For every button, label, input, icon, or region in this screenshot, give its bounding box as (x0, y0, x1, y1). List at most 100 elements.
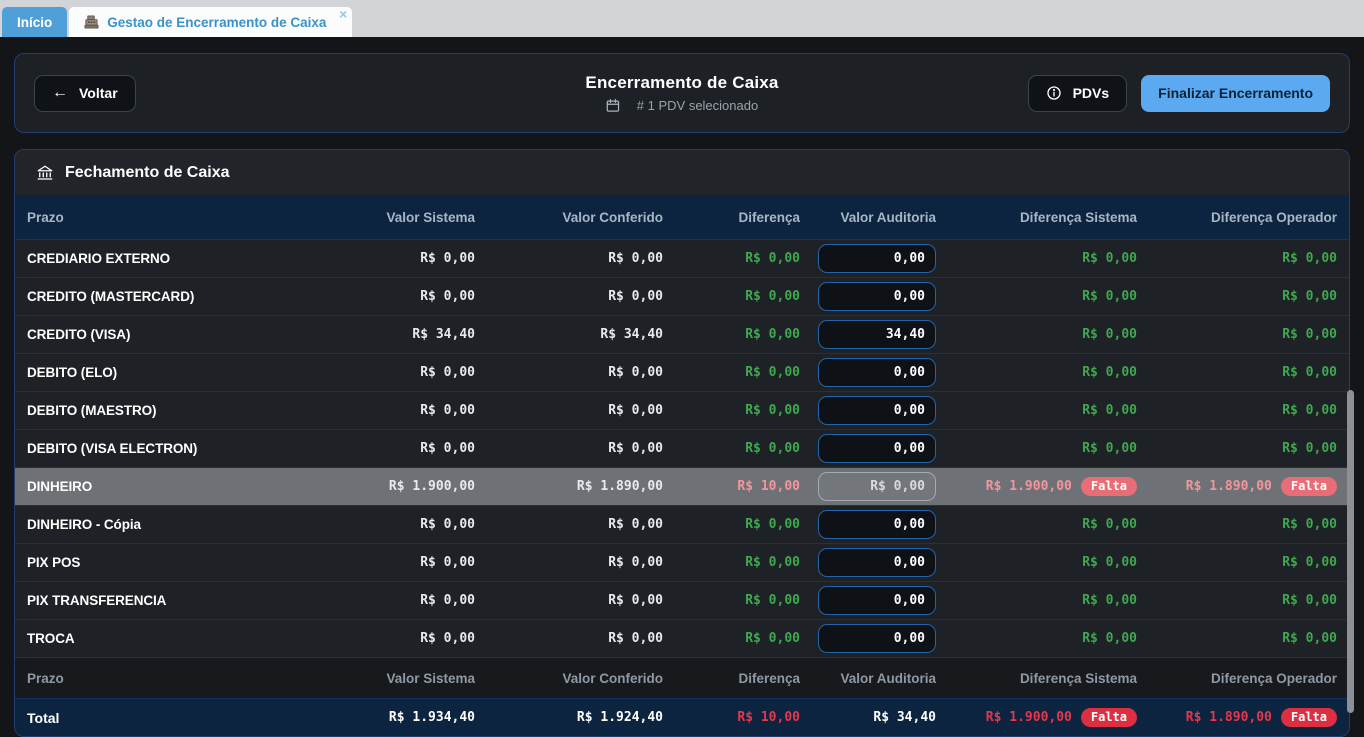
vertical-scrollbar-thumb[interactable] (1347, 390, 1354, 713)
row-label: DEBITO (MAESTRO) (27, 403, 295, 418)
valor-conferido-cell: R$ 0,00 (475, 517, 663, 532)
diferenca-cell: R$ 0,00 (663, 593, 800, 608)
calendar-icon (606, 98, 621, 113)
tab-close-icon[interactable]: × (339, 7, 347, 21)
total-diferenca-sistema: R$ 1.900,00Falta (936, 708, 1137, 727)
valor-sistema-cell: R$ 0,00 (295, 631, 475, 646)
diferenca-operador-cell-value: R$ 0,00 (1282, 289, 1337, 304)
pdv-count-text: # 1 PDV selecionado (637, 98, 758, 113)
diferenca-sistema-cell: R$ 0,00 (936, 517, 1137, 532)
table-footer-header-row: PrazoValor SistemaValor ConferidoDiferen… (15, 657, 1349, 698)
total-label: Total (27, 710, 295, 726)
falta-badge: Falta (1281, 708, 1337, 727)
tab-inicio[interactable]: Início (2, 7, 67, 37)
diferenca-cell: R$ 0,00 (663, 441, 800, 456)
table-row: DINHEIROR$ 1.900,00R$ 1.890,00R$ 10,00R$… (15, 467, 1349, 505)
valor-sistema-cell: R$ 1.900,00 (295, 479, 475, 494)
column-header-5: Valor Auditoria (800, 671, 936, 686)
diferenca-sistema-cell: R$ 0,00 (936, 631, 1137, 646)
section-title: Fechamento de Caixa (65, 164, 230, 182)
arrow-left-icon: ← (52, 85, 68, 101)
valor-auditoria-cell (800, 586, 936, 615)
diferenca-sistema-cell-value: R$ 0,00 (1082, 403, 1137, 418)
diferenca-operador-cell: R$ 0,00 (1137, 517, 1337, 532)
header-actions: PDVs Finalizar Encerramento (1028, 75, 1330, 112)
diferenca-sistema-cell-value: R$ 0,00 (1082, 631, 1137, 646)
valor-conferido-cell: R$ 0,00 (475, 593, 663, 608)
valor-sistema-cell: R$ 34,40 (295, 327, 475, 342)
page-subtitle: # 1 PDV selecionado (585, 98, 778, 113)
diferenca-sistema-cell-value: R$ 0,00 (1082, 517, 1137, 532)
back-button[interactable]: ← Voltar (34, 75, 136, 112)
table-row: DEBITO (VISA ELECTRON)R$ 0,00R$ 0,00R$ 0… (15, 429, 1349, 467)
pdv-count-label: 1 PDV selecionado (648, 98, 759, 113)
valor-auditoria-input[interactable] (818, 396, 936, 425)
pdvs-button[interactable]: PDVs (1028, 75, 1128, 112)
valor-auditoria-input[interactable] (818, 244, 936, 273)
column-header-2: Valor Sistema (295, 671, 475, 686)
total-diferenca-sistema-value: R$ 1.900,00 (986, 710, 1072, 725)
diferenca-sistema-cell-value: R$ 0,00 (1082, 327, 1137, 342)
valor-conferido-cell: R$ 0,00 (475, 555, 663, 570)
diferenca-operador-cell: R$ 0,00 (1137, 593, 1337, 608)
diferenca-operador-cell-value: R$ 0,00 (1282, 327, 1337, 342)
table-row: PIX TRANSFERENCIAR$ 0,00R$ 0,00R$ 0,00R$… (15, 581, 1349, 619)
valor-auditoria-input[interactable] (818, 548, 936, 577)
valor-auditoria-input[interactable] (818, 320, 936, 349)
column-header-6: Diferença Sistema (936, 210, 1137, 225)
table-row: TROCAR$ 0,00R$ 0,00R$ 0,00R$ 0,00R$ 0,00 (15, 619, 1349, 657)
diferenca-sistema-cell: R$ 0,00 (936, 593, 1137, 608)
diferenca-operador-cell: R$ 1.890,00Falta (1137, 477, 1337, 496)
tab-gestao-label: Gestao de Encerramento de Caixa (107, 15, 326, 30)
column-header-1: Prazo (27, 210, 295, 225)
valor-auditoria-input[interactable] (818, 434, 936, 463)
diferenca-sistema-cell: R$ 0,00 (936, 555, 1137, 570)
diferenca-sistema-cell-value: R$ 0,00 (1082, 441, 1137, 456)
valor-auditoria-input[interactable] (818, 358, 936, 387)
back-button-label: Voltar (79, 85, 118, 101)
column-header-5: Valor Auditoria (800, 210, 936, 225)
hash-icon: # (637, 98, 644, 113)
total-valor-sistema: R$ 1.934,40 (295, 710, 475, 725)
diferenca-sistema-cell: R$ 0,00 (936, 251, 1137, 266)
diferenca-sistema-cell: R$ 0,00 (936, 441, 1137, 456)
column-header-7: Diferença Operador (1137, 210, 1337, 225)
valor-auditoria-input[interactable] (818, 586, 936, 615)
table-row: CREDITO (VISA)R$ 34,40R$ 34,40R$ 0,00R$ … (15, 315, 1349, 353)
tab-gestao-encerramento[interactable]: Gestao de Encerramento de Caixa × (69, 7, 352, 37)
valor-auditoria-input[interactable] (818, 624, 936, 653)
tab-bar: Início Gestao de Encerramento de Caixa × (0, 0, 1364, 37)
column-header-4: Diferença (663, 210, 800, 225)
valor-auditoria-cell (800, 548, 936, 577)
diferenca-sistema-cell: R$ 1.900,00Falta (936, 477, 1137, 496)
valor-sistema-cell: R$ 0,00 (295, 289, 475, 304)
diferenca-operador-cell: R$ 0,00 (1137, 327, 1337, 342)
column-header-7: Diferença Operador (1137, 671, 1337, 686)
total-valor-auditoria: R$ 34,40 (800, 710, 936, 725)
row-label: DEBITO (VISA ELECTRON) (27, 441, 295, 456)
table-row: DEBITO (ELO)R$ 0,00R$ 0,00R$ 0,00R$ 0,00… (15, 353, 1349, 391)
valor-conferido-cell: R$ 34,40 (475, 327, 663, 342)
diferenca-sistema-cell: R$ 0,00 (936, 403, 1137, 418)
diferenca-cell: R$ 0,00 (663, 327, 800, 342)
table-row: DINHEIRO - CópiaR$ 0,00R$ 0,00R$ 0,00R$ … (15, 505, 1349, 543)
diferenca-cell: R$ 0,00 (663, 403, 800, 418)
diferenca-operador-cell: R$ 0,00 (1137, 251, 1337, 266)
finalize-button[interactable]: Finalizar Encerramento (1141, 75, 1330, 112)
valor-auditoria-cell (800, 624, 936, 653)
valor-sistema-cell: R$ 0,00 (295, 441, 475, 456)
diferenca-operador-cell-value: R$ 0,00 (1282, 593, 1337, 608)
valor-conferido-cell: R$ 0,00 (475, 251, 663, 266)
diferenca-cell: R$ 0,00 (663, 631, 800, 646)
page-title: Encerramento de Caixa (585, 73, 778, 93)
column-header-4: Diferença (663, 671, 800, 686)
row-label: DINHEIRO (27, 479, 295, 494)
valor-auditoria-input[interactable] (818, 282, 936, 311)
row-label: CREDITO (MASTERCARD) (27, 289, 295, 304)
valor-auditoria-cell (800, 472, 936, 501)
diferenca-operador-cell-value: R$ 1.890,00 (1186, 479, 1272, 494)
page-header: ← Voltar Encerramento de Caixa # 1 PDV s… (14, 53, 1350, 133)
header-center: Encerramento de Caixa # 1 PDV selecionad… (585, 73, 778, 113)
diferenca-operador-cell: R$ 0,00 (1137, 289, 1337, 304)
valor-auditoria-input[interactable] (818, 510, 936, 539)
